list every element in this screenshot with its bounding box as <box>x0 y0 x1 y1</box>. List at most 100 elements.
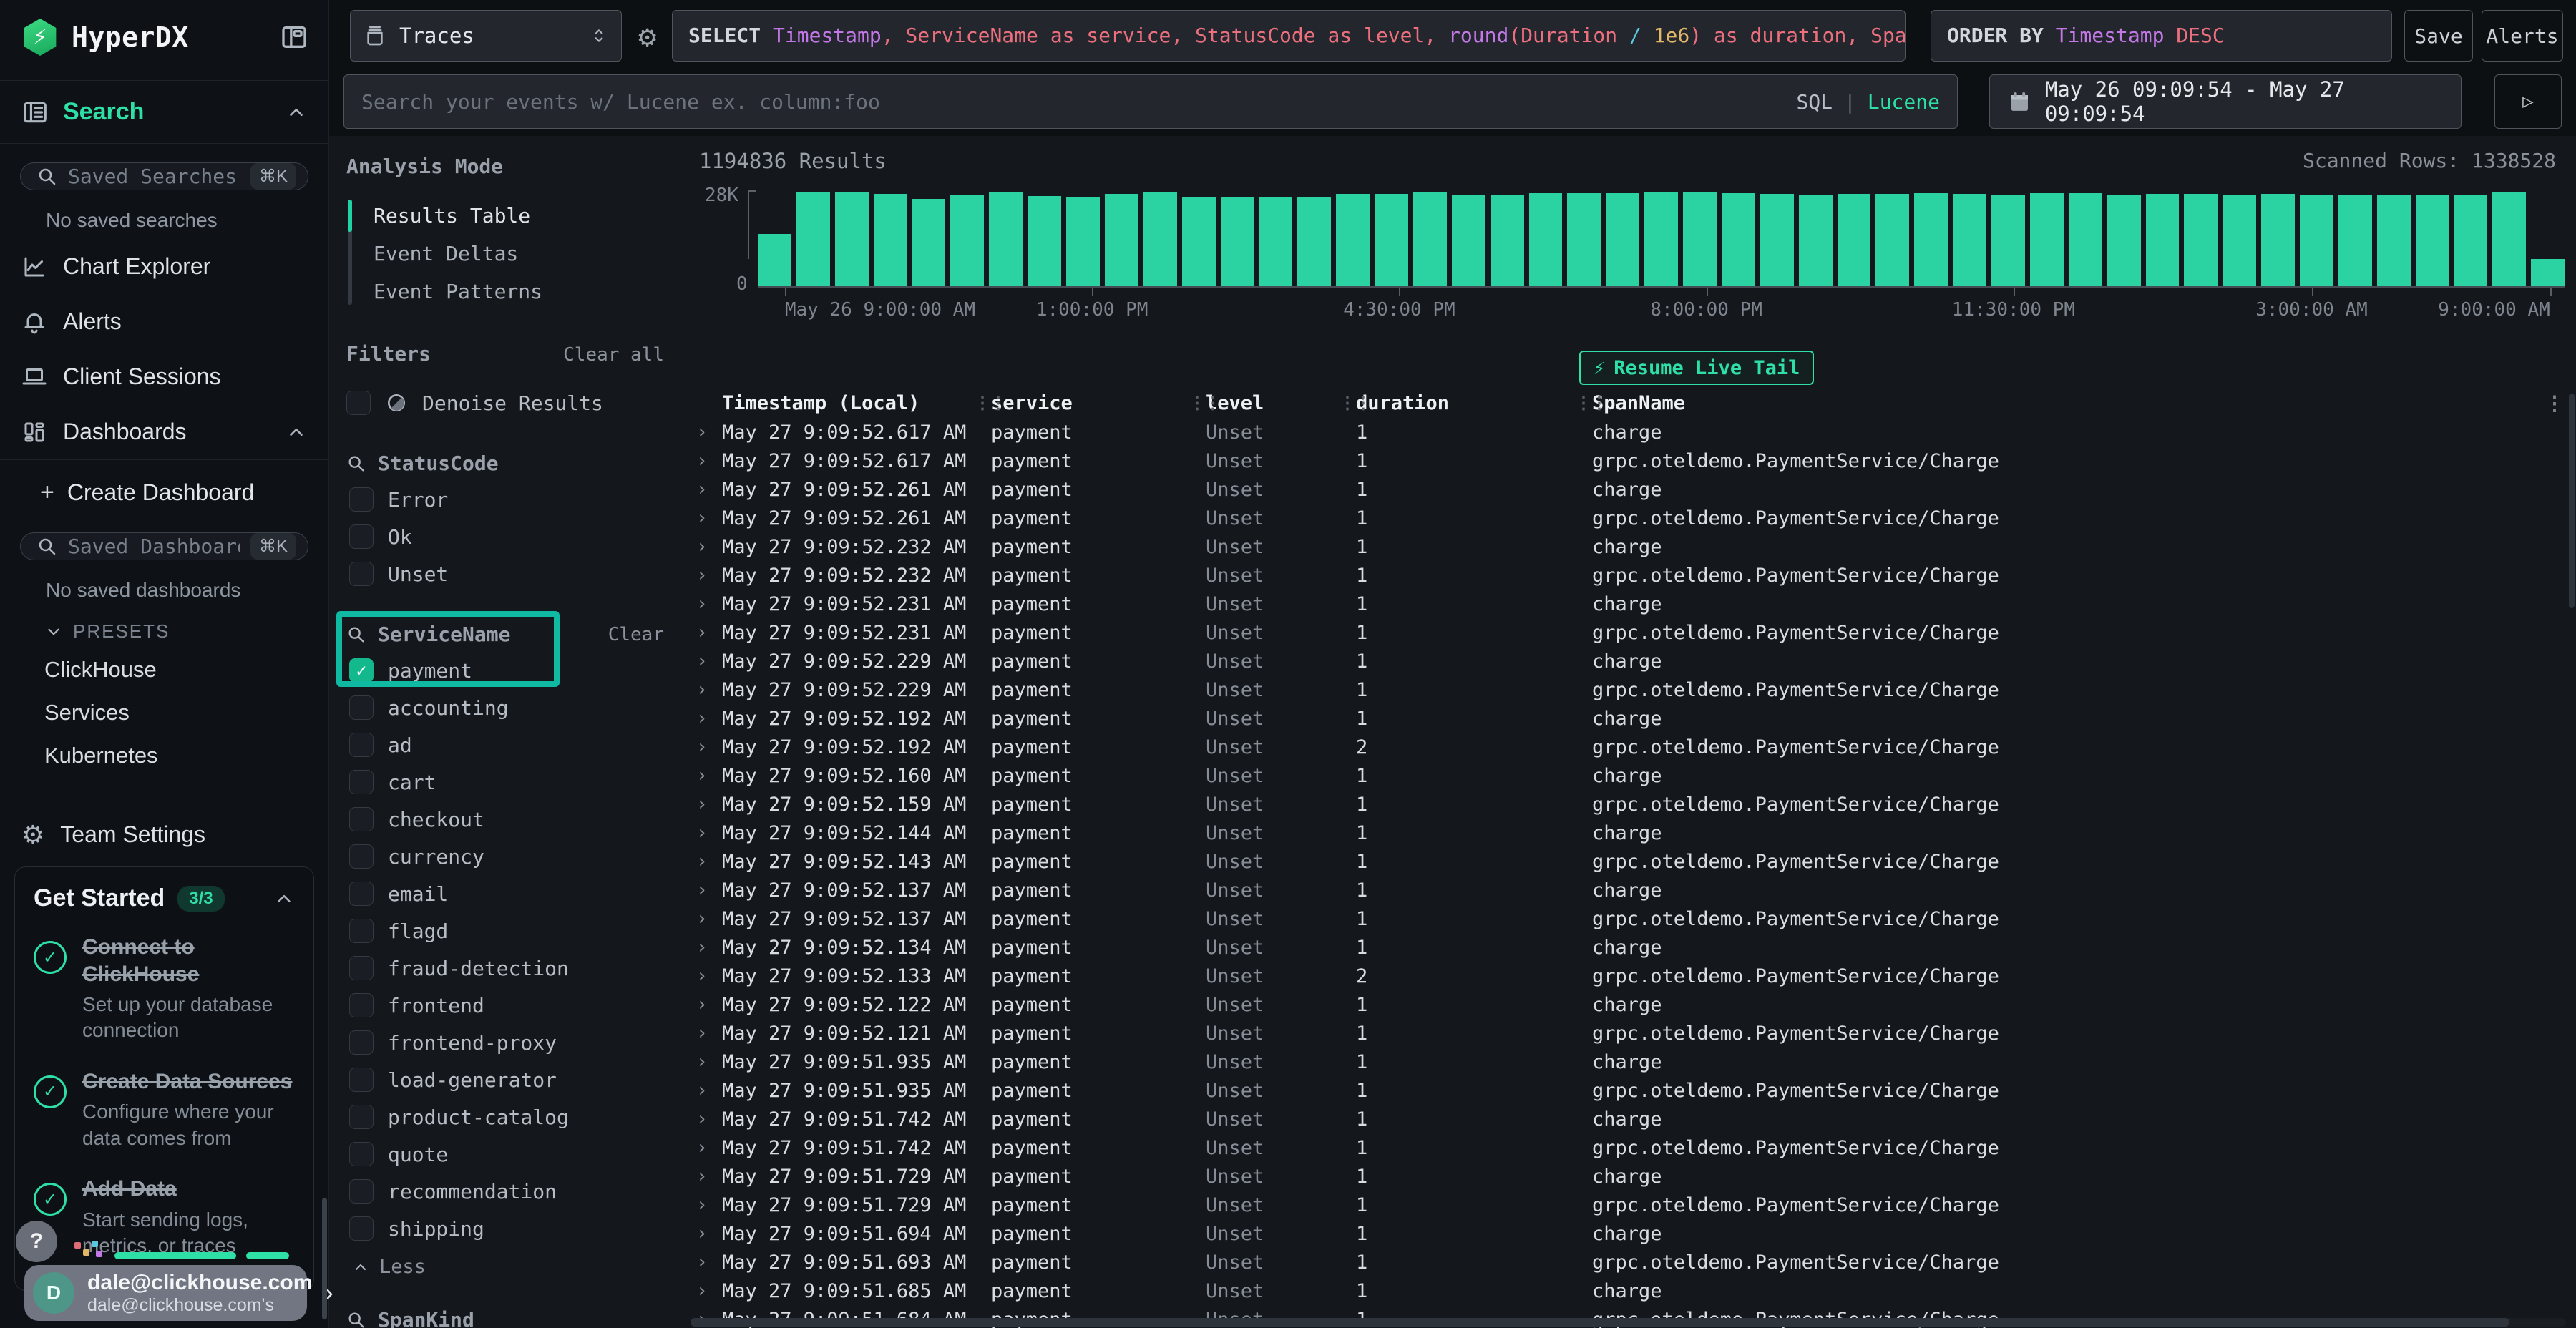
analysis-mode-option[interactable]: Results Table <box>364 197 664 235</box>
checkbox-icon[interactable] <box>349 1105 374 1129</box>
row-expand-chevron-icon[interactable]: › <box>691 908 722 929</box>
table-row[interactable]: ›May 27 9:09:52.231 AMpaymentUnset1grpc.… <box>691 618 2576 647</box>
facet-option-email[interactable]: email <box>346 875 664 912</box>
table-row[interactable]: ›May 27 9:09:52.144 AMpaymentUnset1charg… <box>691 819 2576 847</box>
table-row[interactable]: ›May 27 9:09:51.693 AMpaymentUnset1grpc.… <box>691 1248 2576 1276</box>
row-expand-chevron-icon[interactable]: › <box>691 822 722 844</box>
help-button[interactable]: ? <box>16 1221 57 1262</box>
column-drag-handle-icon[interactable]: ⋮⋮ <box>1189 393 1220 413</box>
checkbox-icon[interactable] <box>349 487 374 512</box>
sidebar-scrollbar[interactable] <box>322 1198 327 1319</box>
facet-option-frontend[interactable]: frontend <box>346 987 664 1024</box>
row-expand-chevron-icon[interactable]: › <box>691 994 722 1015</box>
create-dashboard-button[interactable]: + Create Dashboard <box>0 460 328 514</box>
language-toggle[interactable]: SQL | Lucene <box>1796 90 1940 114</box>
row-expand-chevron-icon[interactable]: › <box>691 1022 722 1044</box>
alerts-button[interactable]: Alerts <box>2482 10 2563 62</box>
sql-query-input[interactable]: SELECT Timestamp, ServiceName as service… <box>672 10 1906 62</box>
table-row[interactable]: ›May 27 9:09:52.133 AMpaymentUnset2grpc.… <box>691 962 2576 990</box>
table-row[interactable]: ›May 27 9:09:52.229 AMpaymentUnset1charg… <box>691 647 2576 675</box>
row-expand-chevron-icon[interactable]: › <box>691 421 722 443</box>
facet-option-recommendation[interactable]: recommendation <box>346 1173 664 1210</box>
checkbox-icon[interactable] <box>349 770 374 794</box>
checkbox-icon[interactable] <box>349 807 374 831</box>
checkbox-icon[interactable] <box>349 1142 374 1166</box>
facet-option-checkout[interactable]: checkout <box>346 801 664 838</box>
table-row[interactable]: ›May 27 9:09:52.229 AMpaymentUnset1grpc.… <box>691 675 2576 704</box>
checkbox-icon[interactable] <box>349 1179 374 1204</box>
row-expand-chevron-icon[interactable]: › <box>691 1223 722 1244</box>
row-expand-chevron-icon[interactable]: › <box>691 851 722 872</box>
checkbox-icon[interactable] <box>349 919 374 943</box>
facet-option-Unset[interactable]: Unset <box>346 555 664 592</box>
preset-dashboard-link[interactable]: ClickHouse <box>0 648 328 691</box>
checkbox-icon[interactable] <box>346 391 371 415</box>
source-settings-gear-icon[interactable]: ⚙ <box>638 19 656 54</box>
horizontal-scrollbar[interactable] <box>691 1318 2566 1327</box>
get-started-item[interactable]: ✓Connect to ClickHouseSet up your databa… <box>34 934 295 1044</box>
row-expand-chevron-icon[interactable]: › <box>691 507 722 529</box>
clear-all-filters-link[interactable]: Clear all <box>563 344 664 366</box>
chevron-up-icon[interactable] <box>286 421 307 443</box>
checkbox-icon[interactable] <box>349 882 374 906</box>
table-row[interactable]: ›May 27 9:09:51.935 AMpaymentUnset1grpc.… <box>691 1076 2576 1105</box>
facet-option-flagd[interactable]: flagd <box>346 912 664 949</box>
column-header-service[interactable]: ⋮⋮service <box>972 392 1187 414</box>
denoise-results-checkbox[interactable]: Denoise Results <box>346 384 664 421</box>
checkbox-icon[interactable] <box>349 956 374 980</box>
column-header-level[interactable]: ⋮⋮level <box>1187 392 1337 414</box>
event-search-field[interactable] <box>361 90 1782 114</box>
table-row[interactable]: ›May 27 9:09:52.231 AMpaymentUnset1charg… <box>691 590 2576 618</box>
saved-searches-input[interactable]: ⌘K <box>20 162 308 190</box>
table-row[interactable]: ›May 27 9:09:51.729 AMpaymentUnset1grpc.… <box>691 1191 2576 1219</box>
table-row[interactable]: ›May 27 9:09:52.137 AMpaymentUnset1charg… <box>691 876 2576 904</box>
checkbox-icon[interactable] <box>349 1216 374 1241</box>
table-row[interactable]: ›May 27 9:09:52.232 AMpaymentUnset1grpc.… <box>691 561 2576 590</box>
facet-option-ad[interactable]: ad <box>346 726 664 763</box>
checkbox-icon[interactable] <box>349 695 374 720</box>
resume-live-tail-button[interactable]: ⚡ Resume Live Tail <box>1579 351 1814 385</box>
column-header-duration[interactable]: ⋮⋮duration <box>1337 392 1574 414</box>
facet-option-cart[interactable]: cart <box>346 763 664 801</box>
row-expand-chevron-icon[interactable]: › <box>691 765 722 786</box>
table-row[interactable]: ›May 27 9:09:52.261 AMpaymentUnset1charg… <box>691 475 2576 504</box>
table-row[interactable]: ›May 27 9:09:51.742 AMpaymentUnset1charg… <box>691 1105 2576 1133</box>
checkbox-icon[interactable] <box>349 562 374 586</box>
event-search-bar[interactable]: SQL | Lucene <box>343 74 1958 129</box>
row-expand-chevron-icon[interactable]: › <box>691 937 722 958</box>
row-expand-chevron-icon[interactable]: › <box>691 736 722 758</box>
table-row[interactable]: ›May 27 9:09:51.694 AMpaymentUnset1charg… <box>691 1219 2576 1248</box>
get-started-item[interactable]: ✓Create Data SourcesConfigure where your… <box>34 1068 295 1151</box>
table-row[interactable]: ›May 27 9:09:52.232 AMpaymentUnset1charg… <box>691 532 2576 561</box>
lucene-toggle[interactable]: Lucene <box>1868 90 1940 114</box>
saved-dashboards-field[interactable] <box>68 534 240 558</box>
analysis-mode-option[interactable]: Event Deltas <box>364 235 664 273</box>
show-less-toggle[interactable]: Less <box>346 1247 664 1278</box>
row-expand-chevron-icon[interactable]: › <box>691 965 722 987</box>
facet-option-accounting[interactable]: accounting <box>346 689 664 726</box>
table-row[interactable]: ›May 27 9:09:52.159 AMpaymentUnset1grpc.… <box>691 790 2576 819</box>
table-row[interactable]: ›May 27 9:09:52.122 AMpaymentUnset1charg… <box>691 990 2576 1019</box>
chevron-up-icon[interactable] <box>273 888 295 909</box>
row-expand-chevron-icon[interactable]: › <box>691 622 722 643</box>
table-row[interactable]: ›May 27 9:09:51.685 AMpaymentUnset1charg… <box>691 1276 2576 1305</box>
histogram-bars[interactable] <box>758 192 2565 288</box>
column-drag-handle-icon[interactable]: ⋮⋮ <box>1339 393 1370 413</box>
sidebar-section-dashboards[interactable]: Dashboards <box>0 404 328 460</box>
chevron-up-icon[interactable] <box>286 102 307 123</box>
table-row[interactable]: ›May 27 9:09:52.192 AMpaymentUnset2grpc.… <box>691 733 2576 761</box>
sidebar-item-alerts[interactable]: Alerts <box>0 294 328 349</box>
vertical-scrollbar[interactable] <box>2569 394 2575 608</box>
sidebar-item-chart-explorer[interactable]: Chart Explorer <box>0 239 328 294</box>
run-query-button[interactable]: ▷ <box>2494 74 2562 129</box>
row-expand-chevron-icon[interactable]: › <box>691 879 722 901</box>
sidebar-item-team-settings[interactable]: ⚙ Team Settings <box>0 803 328 866</box>
checkbox-icon[interactable] <box>349 844 374 869</box>
get-started-item[interactable]: ✓Add DataStart sending logs, metrics, or… <box>34 1176 295 1259</box>
analysis-mode-option[interactable]: Event Patterns <box>364 273 664 311</box>
facet-option-product-catalog[interactable]: product-catalog <box>346 1098 664 1136</box>
date-range-picker[interactable]: May 26 09:09:54 - May 27 09:09:54 <box>1989 74 2462 129</box>
preset-dashboard-link[interactable]: Services <box>0 691 328 734</box>
facet-option-Error[interactable]: Error <box>346 481 664 518</box>
row-expand-chevron-icon[interactable]: › <box>691 593 722 615</box>
